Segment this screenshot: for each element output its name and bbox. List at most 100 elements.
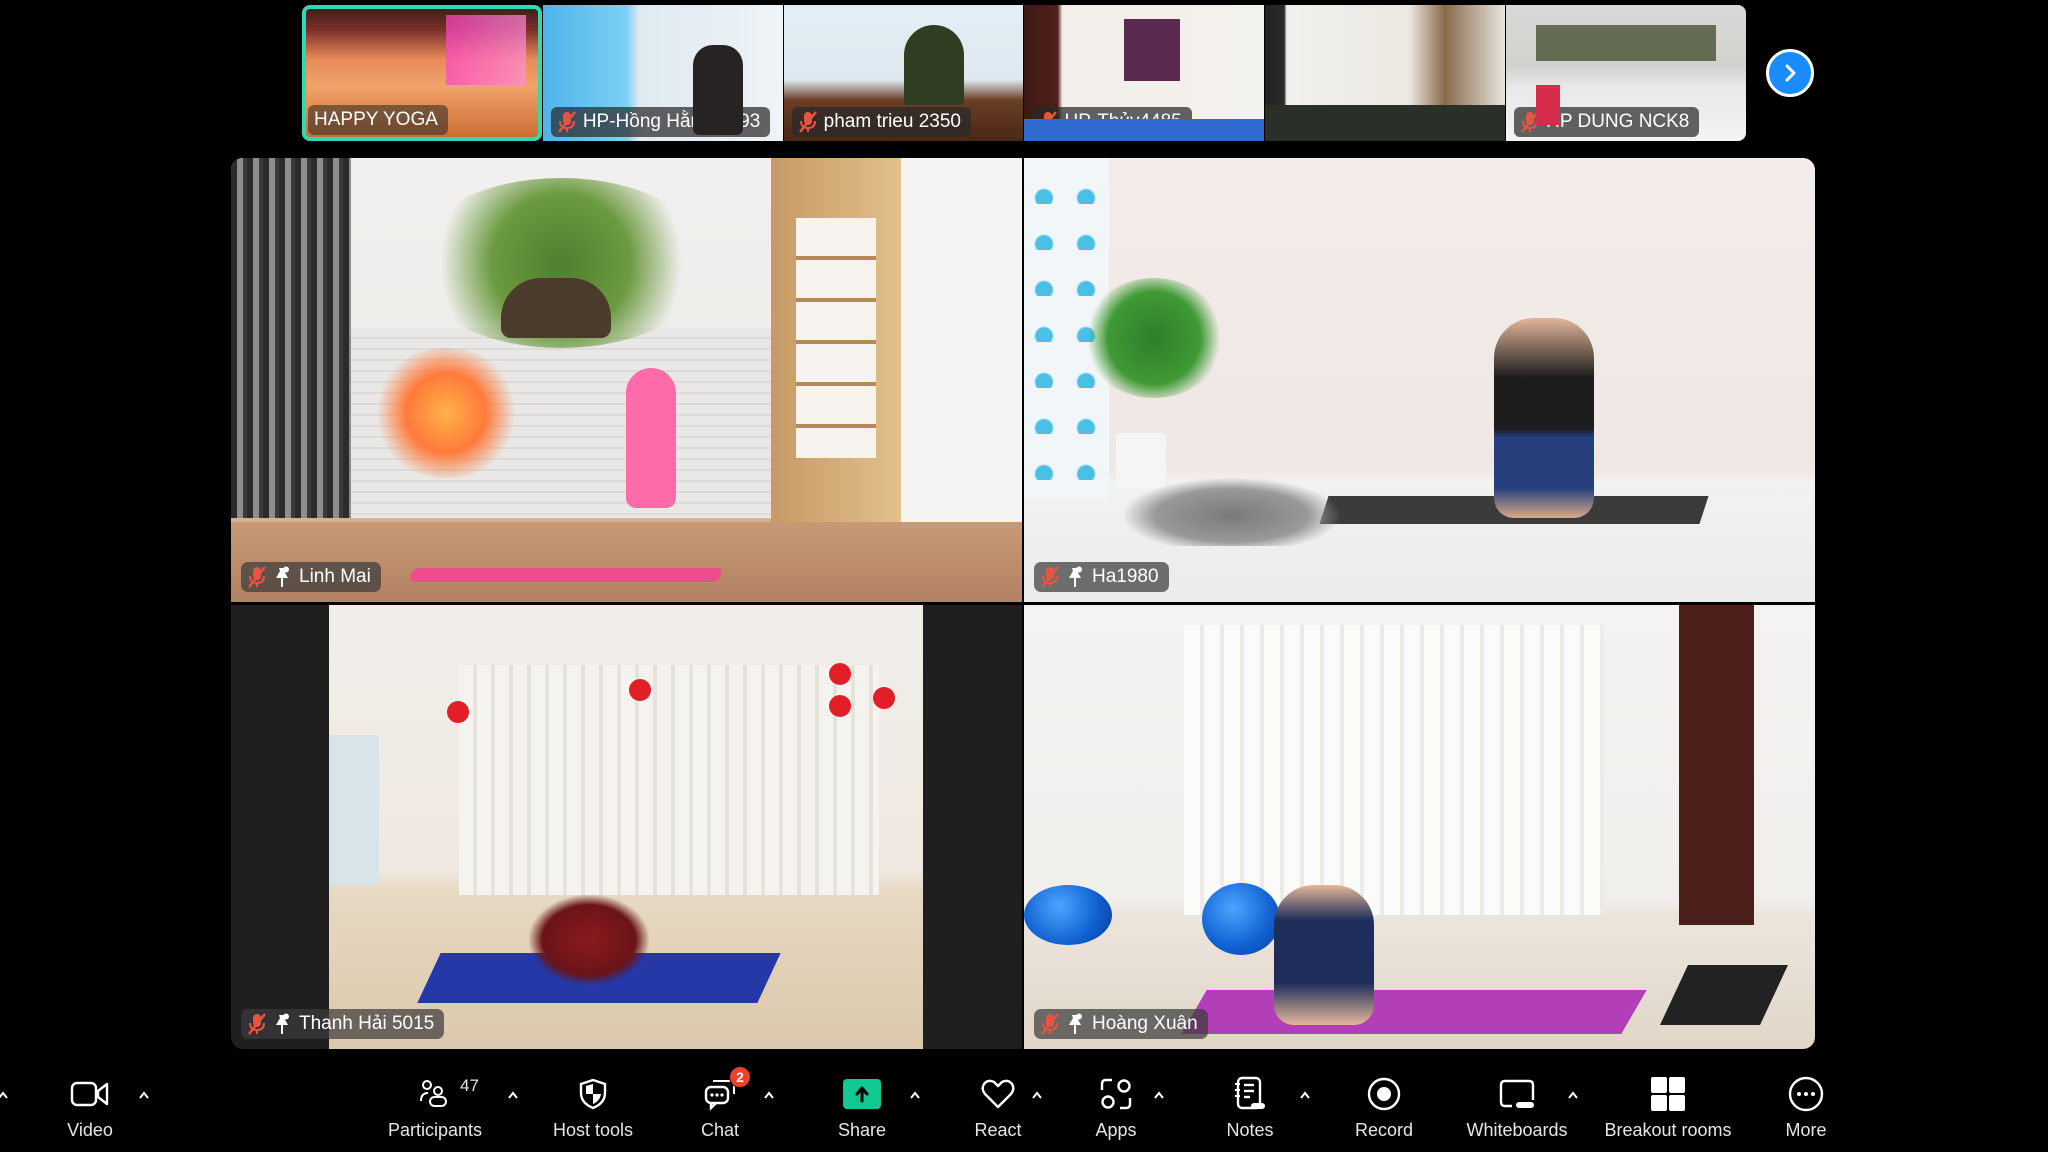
chevron-up-icon xyxy=(910,1091,920,1099)
thumbnail-tile[interactable]: y lan xyxy=(1265,5,1506,141)
participant-name: Hoàng Xuân xyxy=(1092,1013,1198,1034)
share-button[interactable]: Share xyxy=(830,1062,894,1152)
audio-options-caret[interactable] xyxy=(0,1086,12,1104)
share-label: Share xyxy=(837,1120,887,1140)
chevron-up-icon xyxy=(1568,1091,1578,1099)
thumbnail-tile[interactable]: pham trieu 2350 xyxy=(783,5,1024,141)
participants-label: Participants xyxy=(387,1120,483,1140)
react-options-caret[interactable] xyxy=(1028,1086,1046,1104)
participant-name-label: HAPPY YOGA xyxy=(308,105,448,135)
participant-name: pham trieu 2350 xyxy=(823,111,961,132)
participants-icon xyxy=(420,1080,447,1107)
thumbnail-tile[interactable]: HP-Thủy4485 xyxy=(1024,5,1265,141)
breakout-rooms-icon xyxy=(1651,1077,1685,1111)
meeting-toolbar: Video 47 Participants Host tools 2 Chat … xyxy=(0,1062,2048,1152)
breakout-rooms-button[interactable]: Breakout rooms xyxy=(1600,1062,1736,1152)
spotlight-icon xyxy=(1066,1013,1084,1035)
record-label: Record xyxy=(1354,1120,1414,1140)
share-screen-icon xyxy=(843,1079,881,1109)
mic-muted-icon xyxy=(1038,111,1058,133)
unread-badge: 2 xyxy=(729,1066,751,1088)
notes-options-caret[interactable] xyxy=(1296,1086,1314,1104)
record-icon xyxy=(1367,1077,1401,1111)
participant-name: HP DUNG NCK8 xyxy=(1546,111,1690,132)
next-page-button[interactable] xyxy=(1766,49,1814,97)
video-gallery: Linh Mai Ha1980 Thanh Hải 5015 Hoàng Xuâ… xyxy=(231,158,1816,1050)
video-button[interactable]: Video xyxy=(54,1062,126,1152)
participant-name: Thanh Hải 5015 xyxy=(299,1013,435,1034)
participant-name: HP-Hồng Hằng-4593 xyxy=(582,111,761,132)
participant-name-label: pham trieu 2350 xyxy=(791,107,971,137)
notes-label: Notes xyxy=(1226,1120,1274,1140)
video-tile[interactable]: Hoàng Xuân xyxy=(1024,605,1815,1049)
video-tile[interactable]: Linh Mai xyxy=(231,158,1022,602)
chevron-up-icon xyxy=(139,1091,149,1099)
participant-name: Ha1980 xyxy=(1092,566,1159,587)
react-button[interactable]: React xyxy=(966,1062,1030,1152)
apps-label: Apps xyxy=(1095,1120,1137,1140)
participant-name: Linh Mai xyxy=(299,566,371,587)
participant-name: HP-Thủy4485 xyxy=(1064,111,1182,132)
record-button[interactable]: Record xyxy=(1350,1062,1418,1152)
mic-muted-icon xyxy=(247,1013,267,1035)
more-label: More xyxy=(1785,1120,1827,1140)
chat-button[interactable]: 2 Chat xyxy=(690,1062,751,1152)
whiteboards-options-caret[interactable] xyxy=(1564,1086,1582,1104)
apps-options-caret[interactable] xyxy=(1150,1086,1168,1104)
participants-button[interactable]: 47 Participants xyxy=(380,1062,490,1152)
thumbnail-tile[interactable]: HP DUNG NCK8 xyxy=(1506,5,1746,141)
participant-name-label: HP-Thủy4485 xyxy=(1032,107,1192,137)
participant-name: y lan xyxy=(1305,111,1346,132)
participant-name-label: y lan xyxy=(1273,107,1356,137)
mic-muted-icon xyxy=(1520,111,1540,133)
participants-options-caret[interactable] xyxy=(504,1086,522,1104)
mic-muted-icon xyxy=(1040,1013,1060,1035)
video-camera-icon xyxy=(70,1081,109,1107)
participant-name-label: Hoàng Xuân xyxy=(1034,1009,1208,1039)
video-label: Video xyxy=(67,1120,113,1140)
mic-muted-icon xyxy=(247,566,267,588)
chevron-up-icon xyxy=(0,1091,8,1099)
thumbnail-tile[interactable]: HAPPY YOGA xyxy=(302,5,542,141)
spotlight-icon xyxy=(273,1013,291,1035)
participant-name-label: HP-Hồng Hằng-4593 xyxy=(550,107,771,137)
react-label: React xyxy=(974,1120,1022,1140)
video-options-caret[interactable] xyxy=(135,1086,153,1104)
participant-name-label: Ha1980 xyxy=(1034,562,1169,592)
mic-muted-icon xyxy=(1279,111,1299,133)
more-button[interactable]: More xyxy=(1776,1062,1836,1152)
chat-label: Chat xyxy=(700,1120,740,1140)
breakout-rooms-label: Breakout rooms xyxy=(1604,1120,1732,1140)
mic-muted-icon xyxy=(557,111,577,133)
whiteboard-icon xyxy=(1499,1079,1535,1108)
thumbnail-tile[interactable]: HP-Hồng Hằng-4593 xyxy=(542,5,783,141)
mic-muted-icon xyxy=(798,111,818,133)
host-tools-button[interactable]: Host tools xyxy=(546,1062,640,1152)
notes-button[interactable]: Notes xyxy=(1220,1062,1280,1152)
apps-icon xyxy=(1100,1078,1132,1110)
notes-icon xyxy=(1235,1076,1265,1110)
participant-name-label: HP DUNG NCK8 xyxy=(1514,107,1700,137)
participant-name: HAPPY YOGA xyxy=(314,109,438,130)
chevron-up-icon xyxy=(764,1091,774,1099)
chevron-up-icon xyxy=(1032,1091,1042,1099)
whiteboards-label: Whiteboards xyxy=(1466,1120,1568,1140)
whiteboards-button[interactable]: Whiteboards xyxy=(1462,1062,1572,1152)
shield-icon xyxy=(579,1078,607,1110)
video-tile[interactable]: Ha1980 xyxy=(1024,158,1815,602)
more-icon xyxy=(1788,1076,1824,1112)
participant-name-label: Thanh Hải 5015 xyxy=(241,1009,445,1039)
apps-button[interactable]: Apps xyxy=(1086,1062,1146,1152)
chevron-up-icon xyxy=(508,1091,518,1099)
participants-count: 47 xyxy=(460,1076,479,1095)
chevron-right-icon xyxy=(1785,64,1796,82)
host-tools-label: Host tools xyxy=(552,1120,634,1140)
chat-options-caret[interactable] xyxy=(760,1086,778,1104)
chevron-up-icon xyxy=(1300,1091,1310,1099)
chevron-up-icon xyxy=(1154,1091,1164,1099)
video-tile[interactable]: Thanh Hải 5015 xyxy=(231,605,1022,1049)
mic-muted-icon xyxy=(1040,566,1060,588)
participant-name-label: Linh Mai xyxy=(241,562,381,592)
heart-icon xyxy=(981,1079,1015,1109)
share-options-caret[interactable] xyxy=(906,1086,924,1104)
